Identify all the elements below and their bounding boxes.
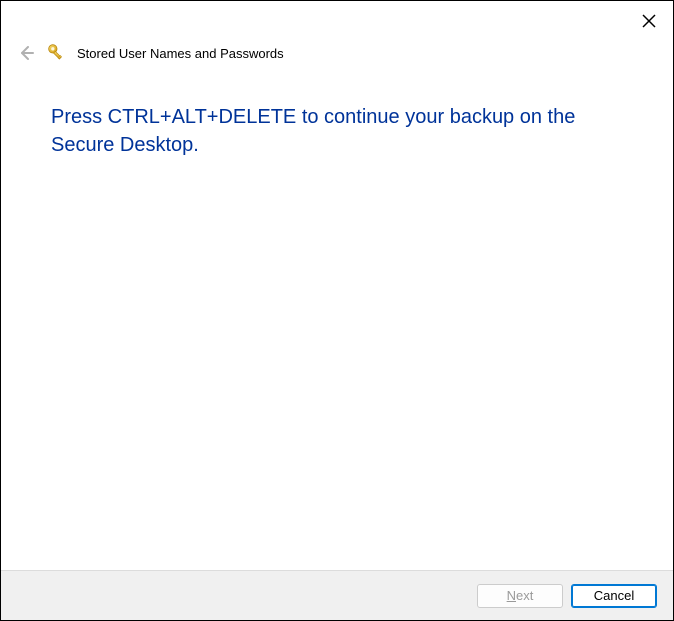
next-button: Next (477, 584, 563, 608)
content-area: Press CTRL+ALT+DELETE to continue your b… (1, 73, 673, 159)
titlebar (1, 1, 673, 33)
close-icon (642, 14, 656, 28)
wizard-header: Stored User Names and Passwords (1, 33, 673, 73)
next-label-suffix: ext (516, 588, 533, 603)
key-icon (47, 43, 67, 63)
close-button[interactable] (637, 9, 661, 33)
wizard-footer: Next Cancel (1, 570, 673, 620)
cancel-button[interactable]: Cancel (571, 584, 657, 608)
main-instruction: Press CTRL+ALT+DELETE to continue your b… (51, 103, 623, 159)
next-accelerator: N (507, 588, 516, 603)
back-button (15, 42, 37, 64)
page-title: Stored User Names and Passwords (77, 46, 284, 61)
back-arrow-icon (18, 45, 34, 61)
